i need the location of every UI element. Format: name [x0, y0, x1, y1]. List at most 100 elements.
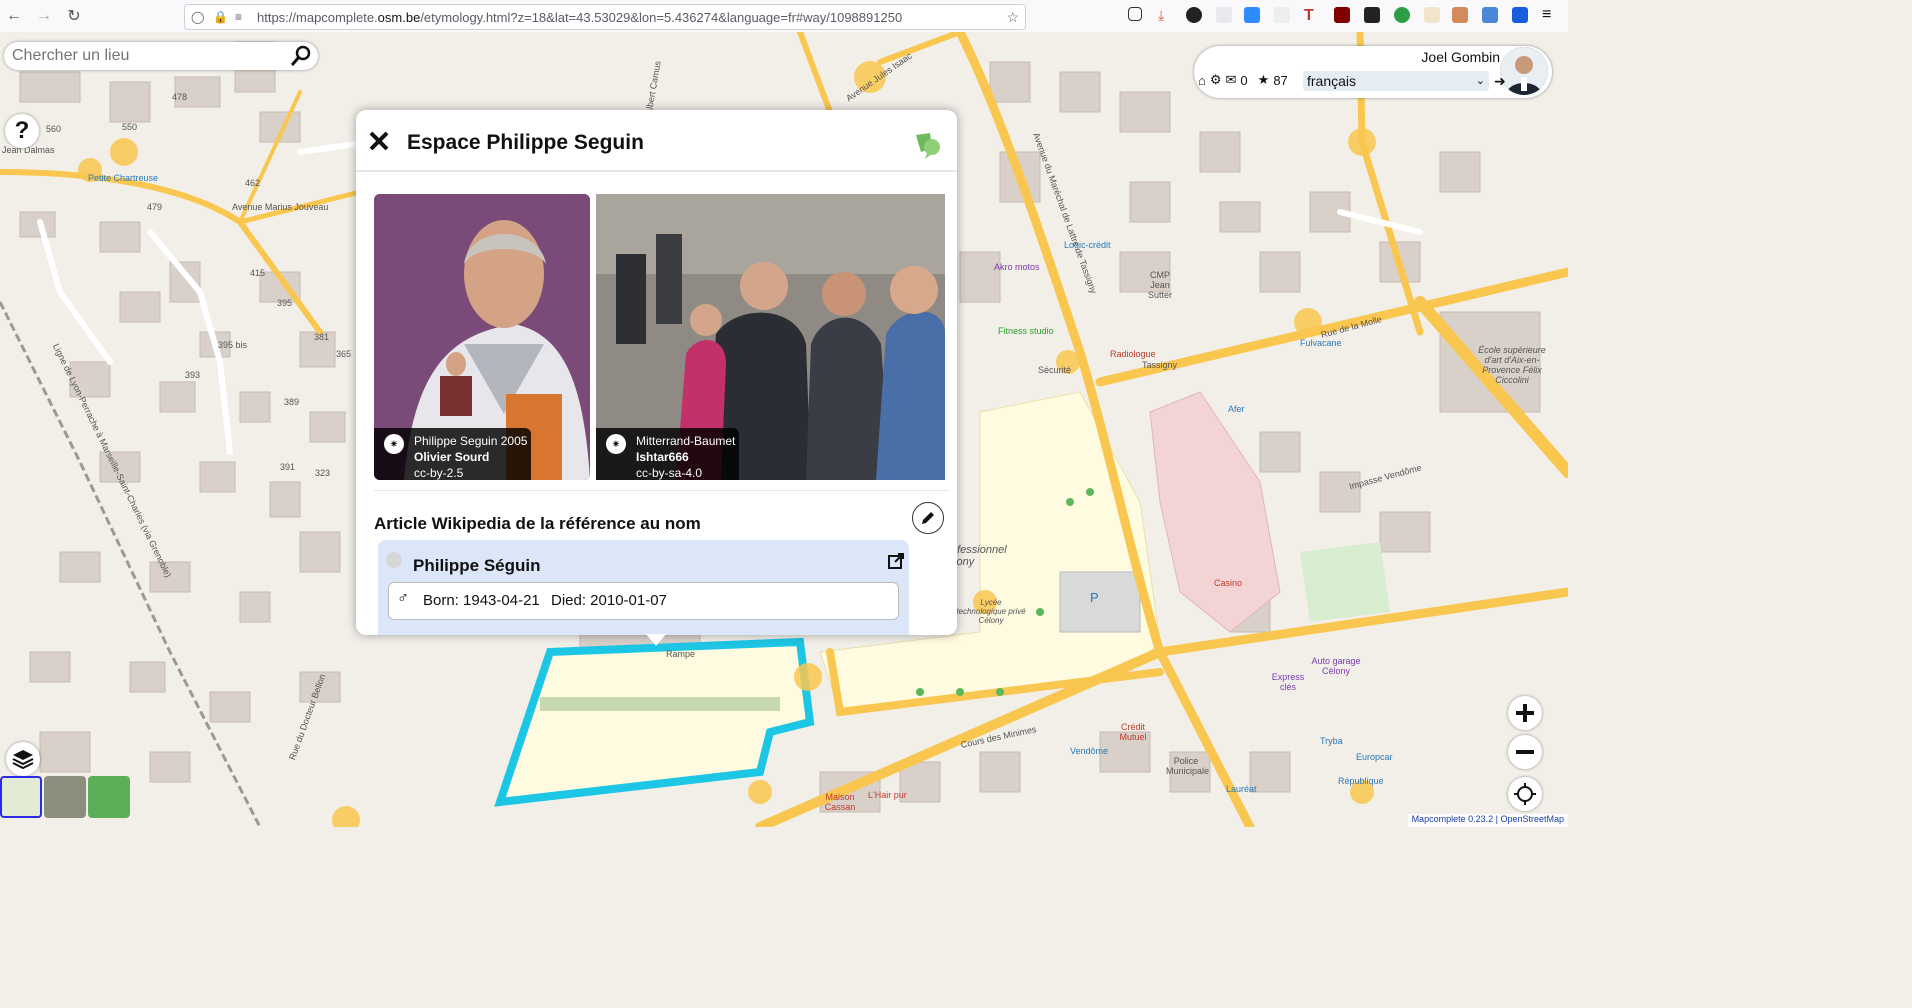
help-button[interactable]: ?	[5, 114, 39, 148]
address-bar[interactable]: ◯ 🔒 ≡ https://mapcomplete.osm.be/etymolo…	[184, 4, 1026, 30]
extension-c-icon[interactable]	[1364, 7, 1380, 23]
download-icon[interactable]: ⤓	[1158, 7, 1174, 23]
avatar[interactable]	[1500, 47, 1548, 95]
wikipedia-section-heading: Article Wikipedia de la référence au nom	[374, 514, 701, 533]
extension-t-icon[interactable]: T	[1304, 7, 1320, 24]
image-title: Philippe Seguin 2005	[414, 434, 528, 448]
extension-green-icon[interactable]	[1394, 7, 1410, 23]
map-label: Petite Chartreuse	[88, 173, 159, 183]
map-label: Casino	[1214, 578, 1243, 588]
permissions-icon: ≡	[235, 10, 243, 24]
layers-button[interactable]	[6, 742, 40, 776]
url-text: https://mapcomplete.osm.be/etymology.htm…	[257, 9, 903, 25]
map-label: Crédit Mutuel	[1119, 722, 1147, 742]
map-label: Lycée technologique privé Célony	[956, 598, 1026, 625]
user-panel: Joel Gombin ⌂ ⚙ ✉ 0 ★ 87 français ⌄ ➜	[1194, 46, 1552, 98]
image-philippe-seguin[interactable]: ✴ Philippe Seguin 2005 Olivier Sourd cc-…	[374, 194, 590, 480]
map-label: Radiologue	[1110, 349, 1156, 359]
star-icon: ★	[1257, 72, 1270, 87]
search-bar	[4, 42, 318, 70]
extension-feather-icon[interactable]	[1274, 7, 1290, 23]
extension-shield-icon[interactable]	[1216, 7, 1232, 23]
popup-title: Espace Philippe Seguin	[407, 131, 644, 154]
back-icon[interactable]: ←	[0, 2, 28, 30]
reload-icon[interactable]: ↻	[60, 2, 88, 30]
map-label: République	[1338, 776, 1384, 786]
background-selector	[0, 776, 130, 820]
lock-icon: 🔒	[213, 10, 228, 24]
edit-button[interactable]	[912, 502, 944, 534]
background-other-tile[interactable]	[88, 776, 130, 818]
username[interactable]: Joel Gombin	[1421, 49, 1500, 65]
extension-person-icon[interactable]	[1452, 7, 1468, 23]
wikimedia-commons-icon: ✴	[606, 434, 626, 454]
background-map-tile[interactable]	[0, 776, 42, 818]
mail-icon[interactable]: ✉	[1226, 72, 1237, 88]
browser-toolbar: ← → ↻ ◯ 🔒 ≡ https://mapcomplete.osm.be/e…	[0, 0, 1568, 33]
extension-doc-icon[interactable]	[1482, 7, 1498, 23]
extension-tools-icon[interactable]	[1424, 7, 1440, 23]
image-author[interactable]: Olivier Sourd	[414, 450, 489, 464]
map-label: Rampe	[666, 649, 696, 659]
popup-pointer	[646, 634, 666, 646]
pocket-icon[interactable]	[1128, 7, 1142, 21]
image-author[interactable]: Ishtar666	[636, 450, 689, 464]
map-label: P	[1090, 590, 1099, 605]
image-title: Mitterrand-Baumet	[636, 434, 736, 448]
message-count: 0	[1240, 72, 1248, 88]
close-icon[interactable]	[368, 130, 390, 157]
external-link-icon[interactable]	[887, 552, 905, 575]
feature-popup: Espace Philippe Seguin ✴ Philippe Seguin…	[356, 110, 957, 635]
search-input[interactable]	[10, 46, 284, 66]
map-label: Fulvacane	[1300, 338, 1342, 348]
score-count: 87	[1273, 72, 1288, 88]
forward-icon[interactable]: →	[30, 2, 58, 30]
map-label: 393	[185, 370, 201, 380]
map-label: École supérieure d'art d'Aix-en-Provence…	[1478, 345, 1546, 385]
bookmark-star-icon[interactable]: ☆	[1006, 9, 1019, 26]
theme-logo-icon	[913, 130, 943, 165]
map-label: Auto garage Célony	[1311, 656, 1361, 676]
map-label: CMP Jean Sutter	[1147, 270, 1172, 300]
zoom-out-button[interactable]	[1508, 735, 1542, 769]
logout-icon[interactable]: ➜	[1494, 73, 1506, 90]
wikipedia-icon	[386, 552, 402, 568]
map-label: 395	[277, 298, 293, 308]
home-icon[interactable]: ⌂	[1198, 73, 1206, 88]
language-select[interactable]: français ⌄	[1303, 71, 1489, 91]
extension-zoom-icon[interactable]	[1244, 7, 1260, 23]
bitwarden-icon[interactable]	[1512, 7, 1528, 23]
map-label: 389	[284, 397, 300, 407]
gear-icon[interactable]: ⚙	[1210, 72, 1222, 88]
chevron-down-icon: ⌄	[1475, 75, 1485, 87]
wikipedia-box: Philippe Séguin ♂ Born: 1943-04-21 Died:…	[378, 540, 909, 635]
map-label: 381	[314, 332, 330, 342]
geolocate-button[interactable]	[1508, 777, 1542, 811]
minus-icon	[1516, 750, 1534, 754]
extension-j-icon[interactable]	[1186, 7, 1202, 23]
map-label: 560	[46, 124, 62, 134]
user-icons: ⌂ ⚙ ✉ 0 ★ 87	[1198, 72, 1288, 88]
image-caption: ✴ Mitterrand-Baumet Ishtar666 cc-by-sa-4…	[596, 428, 739, 480]
layers-icon	[12, 750, 34, 770]
map-attribution[interactable]: Mapcomplete 0.23.2 | OpenStreetMap	[1407, 814, 1568, 827]
map-label: Sécurité	[1038, 365, 1072, 375]
image-mitterrand-baumet[interactable]: ✴ Mitterrand-Baumet Ishtar666 cc-by-sa-4…	[596, 194, 945, 480]
zoom-in-button[interactable]	[1508, 696, 1542, 730]
map-label: Express clés	[1271, 672, 1305, 692]
language-value: français	[1307, 73, 1357, 89]
image-license: cc-by-sa-4.0	[636, 466, 703, 480]
background-aerial-tile[interactable]	[44, 776, 86, 818]
map-label: 395 bis	[218, 340, 248, 350]
wikipedia-article-title[interactable]: Philippe Séguin	[413, 556, 541, 576]
menu-icon[interactable]: ≡	[1542, 7, 1558, 23]
ublock-icon[interactable]	[1334, 7, 1350, 23]
map-label: 323	[315, 468, 331, 478]
pencil-icon	[922, 512, 934, 524]
map-label: 479	[147, 202, 163, 212]
map-label: Akro motos	[994, 262, 1040, 272]
map-label: 415	[250, 268, 266, 278]
search-icon[interactable]	[290, 45, 312, 72]
map-label: L'Hair pur	[868, 790, 907, 800]
popup-header: Espace Philippe Seguin	[356, 110, 957, 172]
